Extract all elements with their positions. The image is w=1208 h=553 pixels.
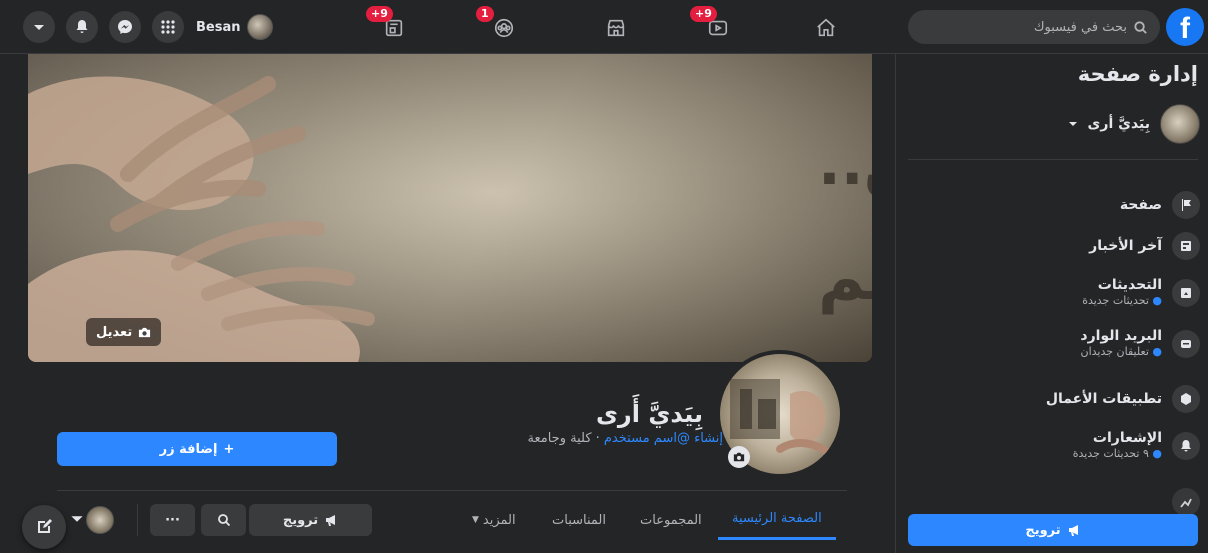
cover-text-line1: تخلق الفن.. xyxy=(818,129,872,199)
bell-icon xyxy=(1172,432,1200,460)
page-title: بِيَديَّ أَرى xyxy=(595,400,703,428)
edit-cover-button[interactable]: تعديل xyxy=(86,318,162,346)
edit-cover-label: تعديل xyxy=(96,324,133,340)
page-category: · كلية وجامعة xyxy=(527,431,604,446)
search-icon xyxy=(1134,20,1147,34)
notifications-button[interactable] xyxy=(66,11,98,43)
sidebar-item-sub: ● ٩ تحديثات جديدة xyxy=(1072,447,1162,460)
profile-avatar xyxy=(246,14,273,40)
tab-home[interactable]: الصفحة الرئيسية xyxy=(718,500,836,540)
home-icon xyxy=(817,18,835,37)
nav-pages-button[interactable]: +9 xyxy=(366,6,414,48)
sidebar-item-label: تطبيقات الأعمال xyxy=(1045,391,1162,407)
caret-down-icon[interactable] xyxy=(70,512,84,526)
top-navigation-bar: Besan +9 1 +9 بحث في فيسبوك f xyxy=(0,0,1208,54)
sidebar-item-notifications[interactable]: الإشعارات ● ٩ تحديثات جديدة xyxy=(1073,430,1200,462)
nav-groups-button[interactable]: 1 xyxy=(476,6,524,48)
profile-name: Besan xyxy=(196,19,241,35)
create-username-link[interactable]: إنشاء @اسم مستخدم xyxy=(604,431,723,446)
sidebar-item-label: الإشعارات xyxy=(1092,430,1162,446)
nav-home-button[interactable] xyxy=(806,8,846,48)
search-page-button[interactable] xyxy=(201,504,246,536)
sidebar-item-updates[interactable]: التحديثات ● تحديثات جديدة xyxy=(1082,277,1200,309)
tabs-divider xyxy=(57,490,847,491)
bell-icon xyxy=(76,20,88,33)
nav-groups-badge: 1 xyxy=(476,6,494,22)
flag-icon xyxy=(1172,191,1200,219)
megaphone-icon xyxy=(326,515,336,526)
update-profile-picture-button[interactable] xyxy=(728,446,750,468)
sidebar-item-partial[interactable] xyxy=(1172,488,1200,516)
cover-photo: تخلق الفن.. نغوص في الحلم تعديل xyxy=(28,54,872,362)
cover-artwork: تخلق الفن.. نغوص في الحلم xyxy=(28,54,872,362)
caret-down-icon: ▼ xyxy=(472,515,479,525)
more-options-label: ··· xyxy=(165,512,180,528)
page-main: تخلق الفن.. نغوص في الحلم تعديل بِيَديَّ… xyxy=(0,54,895,553)
sidebar-divider xyxy=(908,159,1198,160)
facebook-logo[interactable]: f xyxy=(1166,8,1204,46)
messenger-button[interactable] xyxy=(109,11,141,43)
caret-down-icon xyxy=(34,25,44,30)
cube-icon xyxy=(1172,385,1200,413)
account-menu-button[interactable] xyxy=(23,11,55,43)
inbox-icon xyxy=(1172,330,1200,358)
camera-icon xyxy=(733,452,745,462)
page-avatar-small xyxy=(1160,104,1200,144)
add-button-label: إضافة زر xyxy=(159,441,218,457)
search-placeholder: بحث في فيسبوك xyxy=(1033,19,1127,35)
sidebar-item-label: التحديثات xyxy=(1097,277,1162,293)
sidebar-item-inbox[interactable]: البريد الوارد ● تعليقان جديدان xyxy=(1080,328,1200,360)
nav-watch-badge: +9 xyxy=(690,6,717,22)
tab-groups[interactable]: المجموعات xyxy=(640,500,702,540)
camera-icon xyxy=(139,327,151,337)
cover-text-line2: نغوص في الحلم xyxy=(818,241,872,315)
updates-icon xyxy=(1172,279,1200,307)
marketplace-icon xyxy=(607,19,625,37)
tab-more[interactable]: المزيد ▼ xyxy=(472,500,516,540)
profile-shortcut[interactable]: Besan xyxy=(196,11,273,43)
add-button[interactable]: إضافة زر + xyxy=(57,432,337,466)
sidebar-title: إدارة صفحة xyxy=(1077,62,1198,86)
news-feed-icon xyxy=(1172,232,1200,260)
promote-label: ترويج xyxy=(282,512,319,528)
sidebar-item-page[interactable]: صفحة xyxy=(1120,191,1200,219)
actions-divider xyxy=(137,504,138,536)
acting-as-avatar[interactable] xyxy=(86,506,114,534)
sidebar-item-news-feed[interactable]: آخر الأخبار xyxy=(1089,232,1200,260)
groups-icon xyxy=(494,18,514,38)
manage-page-sidebar: إدارة صفحة بِيَديَّ أرى صفحة آخر الأخبار… xyxy=(895,54,1208,553)
sidebar-item-sub: ● تحديثات جديدة xyxy=(1082,294,1162,307)
messenger-icon xyxy=(118,20,132,34)
compose-icon xyxy=(38,519,52,533)
sidebar-item-sub: ● تعليقان جديدان xyxy=(1080,345,1162,358)
caret-down-icon xyxy=(1068,122,1077,126)
sidebar-promote-label: ترويج xyxy=(1025,522,1061,538)
page-switcher[interactable]: بِيَديَّ أرى xyxy=(1068,104,1200,144)
search-icon xyxy=(217,514,230,527)
sidebar-item-label: البريد الوارد xyxy=(1080,328,1162,344)
new-message-button[interactable] xyxy=(22,505,66,549)
sidebar-item-label: آخر الأخبار xyxy=(1089,238,1162,254)
menu-button[interactable] xyxy=(152,11,184,43)
more-options-button[interactable]: ··· xyxy=(150,504,195,536)
sidebar-item-label: صفحة xyxy=(1119,197,1162,213)
megaphone-icon xyxy=(1068,525,1078,536)
page-switcher-name: بِيَديَّ أرى xyxy=(1087,116,1150,132)
nav-pages-badge: +9 xyxy=(366,6,393,22)
promote-button[interactable]: ترويج xyxy=(249,504,372,536)
search-field[interactable]: بحث في فيسبوك xyxy=(908,10,1160,44)
grid-menu-icon xyxy=(161,20,175,34)
sidebar-promote-button[interactable]: ترويج xyxy=(908,514,1198,546)
nav-watch-button[interactable]: +9 xyxy=(690,6,738,48)
tab-events[interactable]: المناسبات xyxy=(552,500,606,540)
sidebar-item-business-apps[interactable]: تطبيقات الأعمال xyxy=(1046,385,1200,413)
nav-marketplace-button[interactable] xyxy=(596,8,636,48)
plus-icon: + xyxy=(223,441,235,457)
page-subtitle: إنشاء @اسم مستخدم · كلية وجامعة xyxy=(528,431,723,446)
insights-icon xyxy=(1172,488,1200,516)
